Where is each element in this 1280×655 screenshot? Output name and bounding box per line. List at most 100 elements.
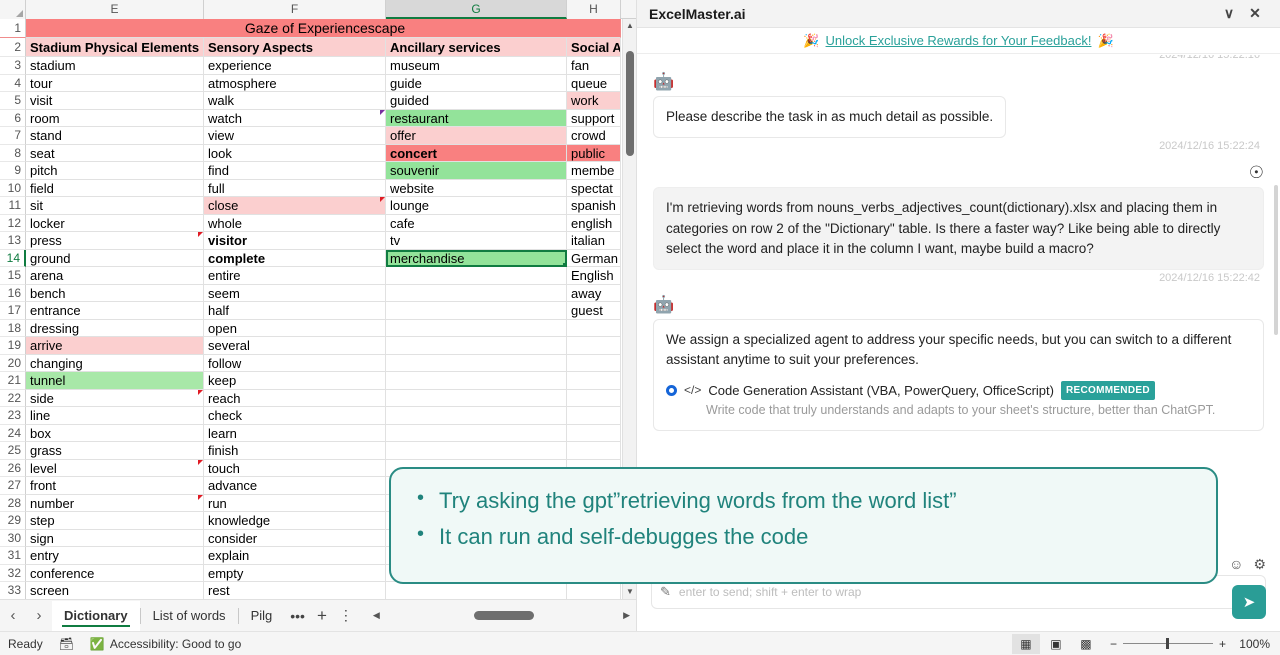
sheet-tab-bar[interactable]: ‹ › Dictionary List of words Pilg ••• + … bbox=[0, 599, 636, 631]
cell-H3[interactable]: fan bbox=[567, 57, 621, 75]
table-row[interactable]: 19arriveseveral bbox=[0, 337, 636, 355]
cell-G22[interactable] bbox=[386, 390, 567, 408]
row-header-23[interactable]: 23 bbox=[0, 407, 26, 425]
row-header-9[interactable]: 9 bbox=[0, 162, 26, 180]
table-header-row[interactable]: 2Stadium Physical ElementsSensory Aspect… bbox=[0, 38, 636, 57]
accessibility-status[interactable]: ✅ Accessibility: Good to go bbox=[82, 637, 249, 651]
cell-E25[interactable]: grass bbox=[26, 442, 204, 460]
cell-F23[interactable]: check bbox=[204, 407, 386, 425]
cell-H19[interactable] bbox=[567, 337, 621, 355]
sheet-tab-pilg[interactable]: Pilg bbox=[239, 601, 285, 631]
hscroll-right-arrow[interactable]: ▶ bbox=[617, 610, 636, 621]
row-header-2[interactable]: 2 bbox=[0, 38, 26, 57]
cell-H23[interactable] bbox=[567, 407, 621, 425]
row-header-20[interactable]: 20 bbox=[0, 355, 26, 373]
cell-H24[interactable] bbox=[567, 425, 621, 443]
table-row[interactable]: 17entrancehalfguest bbox=[0, 302, 636, 320]
cell-H10[interactable]: spectat bbox=[567, 180, 621, 198]
cell-H14[interactable]: German bbox=[567, 250, 621, 268]
emoji-icon[interactable]: ☺ bbox=[1229, 556, 1243, 572]
page-layout-view-icon[interactable]: ▣ bbox=[1042, 634, 1070, 654]
cell-E13[interactable]: press bbox=[26, 232, 204, 250]
cell-F11[interactable]: close bbox=[204, 197, 386, 215]
gear-icon[interactable]: ⚙ bbox=[1253, 556, 1266, 573]
row-header-26[interactable]: 26 bbox=[0, 460, 26, 478]
cell-F29[interactable]: knowledge bbox=[204, 512, 386, 530]
zoom-in-button[interactable]: + bbox=[1219, 637, 1226, 651]
zoom-level[interactable]: 100% bbox=[1236, 637, 1270, 651]
table-row[interactable]: 12lockerwholecafeenglish bbox=[0, 215, 636, 233]
comment-marker-icon[interactable] bbox=[198, 390, 203, 395]
table-row[interactable]: 6roomwatchrestaurantsupport bbox=[0, 110, 636, 128]
cell-G18[interactable] bbox=[386, 320, 567, 338]
attach-icon[interactable]: ✎ bbox=[660, 584, 671, 600]
cell-G10[interactable]: website bbox=[386, 180, 567, 198]
chat-scrollbar-thumb[interactable] bbox=[1274, 185, 1278, 335]
cell-F25[interactable]: finish bbox=[204, 442, 386, 460]
hscroll-thumb[interactable] bbox=[474, 611, 534, 620]
row-header-10[interactable]: 10 bbox=[0, 180, 26, 198]
header-cell-E[interactable]: Stadium Physical Elements bbox=[26, 38, 204, 57]
row-header-25[interactable]: 25 bbox=[0, 442, 26, 460]
cell-H20[interactable] bbox=[567, 355, 621, 373]
zoom-slider[interactable]: − + bbox=[1102, 637, 1234, 651]
comment-marker-icon[interactable] bbox=[198, 495, 203, 500]
cell-G15[interactable] bbox=[386, 267, 567, 285]
cell-E31[interactable]: entry bbox=[26, 547, 204, 565]
cell-H13[interactable]: italian bbox=[567, 232, 621, 250]
row-header-30[interactable]: 30 bbox=[0, 530, 26, 548]
radio-selected-icon[interactable] bbox=[666, 385, 677, 396]
row-header-3[interactable]: 3 bbox=[0, 57, 26, 75]
header-cell-H[interactable]: Social A bbox=[567, 38, 621, 57]
cell-F6[interactable]: watch bbox=[204, 110, 386, 128]
cell-H5[interactable]: work bbox=[567, 92, 621, 110]
column-header-G[interactable]: G bbox=[386, 0, 567, 19]
row-header-29[interactable]: 29 bbox=[0, 512, 26, 530]
row-header-15[interactable]: 15 bbox=[0, 267, 26, 285]
cell-H22[interactable] bbox=[567, 390, 621, 408]
cell-H16[interactable]: away bbox=[567, 285, 621, 303]
cell-E30[interactable]: sign bbox=[26, 530, 204, 548]
cell-H17[interactable]: guest bbox=[567, 302, 621, 320]
cell-F13[interactable]: visitor bbox=[204, 232, 386, 250]
header-cell-G[interactable]: Ancillary services bbox=[386, 38, 567, 57]
row-header-16[interactable]: 16 bbox=[0, 285, 26, 303]
zoom-knob[interactable] bbox=[1166, 638, 1169, 649]
cell-H6[interactable]: support bbox=[567, 110, 621, 128]
cell-G16[interactable] bbox=[386, 285, 567, 303]
cell-E20[interactable]: changing bbox=[26, 355, 204, 373]
cell-F9[interactable]: find bbox=[204, 162, 386, 180]
table-row[interactable]: 18dressingopen bbox=[0, 320, 636, 338]
cell-G4[interactable]: guide bbox=[386, 75, 567, 93]
cell-G6[interactable]: restaurant bbox=[386, 110, 567, 128]
hscroll-left-arrow[interactable]: ◀ bbox=[367, 610, 386, 621]
cell-F28[interactable]: run bbox=[204, 495, 386, 513]
cell-H9[interactable]: membe bbox=[567, 162, 621, 180]
cell-G3[interactable]: museum bbox=[386, 57, 567, 75]
cell-H25[interactable] bbox=[567, 442, 621, 460]
table-row[interactable]: 4touratmosphereguidequeue bbox=[0, 75, 636, 93]
cell-E11[interactable]: sit bbox=[26, 197, 204, 215]
table-row[interactable]: 20changingfollow bbox=[0, 355, 636, 373]
cell-F12[interactable]: whole bbox=[204, 215, 386, 233]
table-row[interactable]: 13pressvisitortvitalian bbox=[0, 232, 636, 250]
agent-option-row[interactable]: </> Code Generation Assistant (VBA, Powe… bbox=[666, 381, 1251, 401]
cell-F7[interactable]: view bbox=[204, 127, 386, 145]
select-all-corner[interactable] bbox=[0, 0, 26, 19]
cell-E24[interactable]: box bbox=[26, 425, 204, 443]
cell-F10[interactable]: full bbox=[204, 180, 386, 198]
table-row[interactable]: 24boxlearn bbox=[0, 425, 636, 443]
cell-H7[interactable]: crowd bbox=[567, 127, 621, 145]
cell-G9[interactable]: souvenir bbox=[386, 162, 567, 180]
record-macro-icon[interactable]: 🗃 bbox=[51, 637, 82, 651]
promo-link[interactable]: Unlock Exclusive Rewards for Your Feedba… bbox=[826, 33, 1092, 48]
row-header-12[interactable]: 12 bbox=[0, 215, 26, 233]
row-header-21[interactable]: 21 bbox=[0, 372, 26, 390]
row-header-31[interactable]: 31 bbox=[0, 547, 26, 565]
cell-G20[interactable] bbox=[386, 355, 567, 373]
cell-F18[interactable]: open bbox=[204, 320, 386, 338]
cell-E22[interactable]: side bbox=[26, 390, 204, 408]
cell-H8[interactable]: public bbox=[567, 145, 621, 163]
page-break-view-icon[interactable]: ▩ bbox=[1072, 634, 1100, 654]
cell-F27[interactable]: advance bbox=[204, 477, 386, 495]
